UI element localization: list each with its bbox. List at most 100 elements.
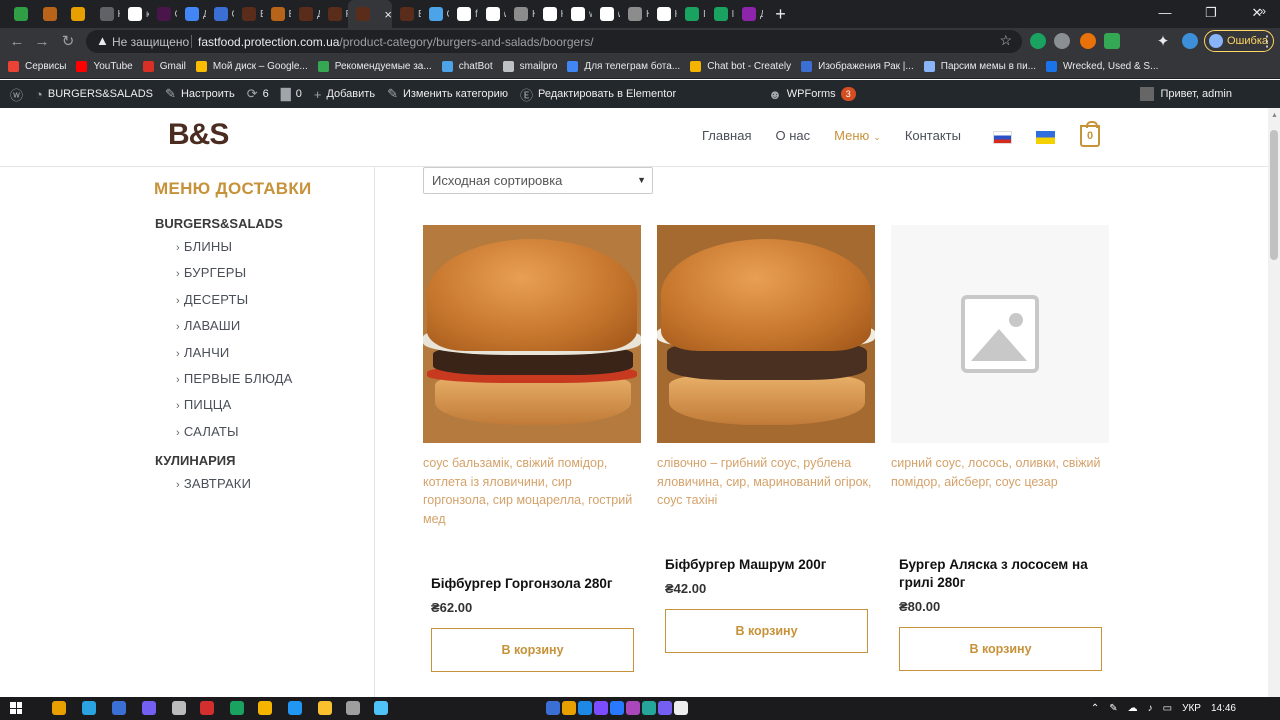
browser-tab[interactable]: BU: [234, 0, 263, 28]
sidebar-category-burgers[interactable]: BURGERS&SALADS: [155, 216, 283, 231]
sidebar-item[interactable]: › ПЕРВЫЕ БЛЮДА: [176, 371, 293, 386]
add-new-link[interactable]: + Добавить: [308, 80, 381, 108]
app-icon[interactable]: [200, 701, 214, 715]
browser-tab[interactable]: Дл: [177, 0, 206, 28]
browser-tab[interactable]: BU: [392, 0, 421, 28]
page-scrollbar[interactable]: ▲: [1268, 108, 1280, 697]
app-icon[interactable]: [346, 701, 360, 715]
sort-select[interactable]: Исходная сортировка ▼: [423, 167, 653, 194]
flag-ua-icon[interactable]: [1036, 131, 1055, 144]
app-icon[interactable]: [546, 701, 560, 715]
product-image-placeholder[interactable]: [891, 225, 1109, 443]
kebab-menu-icon[interactable]: ⋮: [1256, 31, 1278, 53]
browser-tab[interactable]: На: [92, 0, 120, 28]
language-indicator[interactable]: УКР: [1182, 703, 1201, 714]
browser-tab[interactable]: Ка: [506, 0, 535, 28]
browser-tab[interactable]: До: [291, 0, 320, 28]
updates-link[interactable]: ⟳ 6: [241, 80, 275, 108]
volume-icon[interactable]: ♪: [1148, 703, 1153, 714]
bookmark-star-icon[interactable]: ☆: [999, 32, 1012, 49]
extension-icon[interactable]: [1054, 33, 1070, 49]
add-to-cart-button[interactable]: В корзину: [665, 609, 868, 653]
sidebar-item[interactable]: › ПИЦЦА: [176, 397, 231, 412]
windows-start-icon[interactable]: [10, 702, 22, 714]
bookmarks-more-button[interactable]: »: [1259, 4, 1266, 18]
reload-icon[interactable]: ↻: [57, 31, 79, 53]
browser-tab[interactable]: От: [206, 0, 234, 28]
bookmark-item[interactable]: Парсим мемы в пи...: [923, 61, 1036, 72]
url-text[interactable]: fastfood.protection.com.ua/product-categ…: [198, 35, 594, 49]
battery-icon[interactable]: ▭: [1163, 703, 1172, 714]
app-icon[interactable]: [374, 701, 388, 715]
browser-tab[interactable]: wc: [563, 0, 592, 28]
clock[interactable]: 14:46: [1211, 703, 1236, 714]
customize-link[interactable]: ✎ Настроить: [159, 80, 241, 108]
vscode-icon[interactable]: [594, 701, 608, 715]
forward-arrow-icon[interactable]: →: [31, 31, 53, 53]
nav-home[interactable]: Главная: [702, 128, 751, 143]
folder-icon[interactable]: [318, 701, 332, 715]
sidebar-item[interactable]: › САЛАТЫ: [176, 424, 239, 439]
profile-icon[interactable]: [1182, 33, 1198, 49]
pen-icon[interactable]: ✎: [1109, 703, 1117, 714]
sidebar-item[interactable]: › ЗАВТРАКИ: [176, 476, 251, 491]
product-title[interactable]: Бургер Аляска з лососем на грилі 280г: [899, 556, 1109, 591]
browser-tab[interactable]: Ch: [149, 0, 177, 28]
puzzle-icon[interactable]: ✦: [1152, 31, 1174, 53]
close-tab-icon[interactable]: ×: [384, 7, 392, 22]
app-icon[interactable]: [674, 701, 688, 715]
close-window-button[interactable]: ✕: [1234, 0, 1280, 28]
scrollbar-thumb[interactable]: [1270, 130, 1278, 260]
product-title[interactable]: Біфбургер Горгонзола 280г: [431, 575, 641, 593]
sidebar-item[interactable]: › БУРГЕРЫ: [176, 265, 246, 280]
sidebar-item[interactable]: › ЛАНЧИ: [176, 345, 229, 360]
browser-tab[interactable]: Ка: [535, 0, 563, 28]
app-icon[interactable]: [610, 701, 624, 715]
back-arrow-icon[interactable]: ←: [6, 31, 28, 53]
browser-tab[interactable]: Im: [677, 0, 706, 28]
bookmark-item[interactable]: Мой диск – Google...: [195, 61, 308, 72]
browser-tab[interactable]: Бу: [263, 0, 291, 28]
sidebar-category-kulinaria[interactable]: КУЛИНАРИЯ: [155, 453, 235, 468]
bookmark-item[interactable]: Wrecked, Used & S...: [1046, 61, 1158, 72]
bookmark-item[interactable]: chatBot: [441, 61, 493, 72]
scroll-up-icon[interactable]: ▲: [1271, 112, 1278, 119]
chrome-icon[interactable]: [562, 701, 576, 715]
browser-tab[interactable]: [35, 0, 64, 28]
product-image[interactable]: [423, 225, 641, 443]
browser-tab[interactable]: ка: [120, 0, 149, 28]
bookmark-item[interactable]: Для телеграм бота...: [567, 61, 680, 72]
wpforms-link[interactable]: ☻ WPForms 3: [762, 80, 862, 108]
extension-icon[interactable]: [1080, 33, 1096, 49]
app-icon[interactable]: [112, 701, 126, 715]
browser-tab[interactable]: До: [734, 0, 763, 28]
app-icon[interactable]: [578, 701, 592, 715]
network-icon[interactable]: ☁: [1128, 703, 1138, 714]
app-icon[interactable]: [172, 701, 186, 715]
address-bar[interactable]: ▲ Не защищено fastfood.protection.com.ua…: [86, 30, 1022, 53]
nav-menu[interactable]: Меню ⌄: [834, 128, 881, 143]
app-icon[interactable]: [230, 701, 244, 715]
app-icon[interactable]: [626, 701, 640, 715]
telegram-icon[interactable]: [82, 701, 96, 715]
edit-elementor-link[interactable]: Ⓔ Редактировать в Elementor: [514, 80, 682, 108]
warning-icon[interactable]: ▲: [96, 33, 109, 48]
nav-contacts[interactable]: Контакты: [905, 128, 961, 143]
product-image[interactable]: [657, 225, 875, 443]
new-tab-button[interactable]: +: [767, 0, 795, 28]
insecure-label[interactable]: Не защищено: [112, 35, 189, 49]
app-icon[interactable]: [288, 701, 302, 715]
viber-icon[interactable]: [142, 701, 156, 715]
restore-button[interactable]: ❐: [1188, 0, 1234, 28]
admin-site-name[interactable]: ◔ BURGERS&SALADS: [29, 80, 159, 108]
bookmark-item[interactable]: Изображения Рак |...: [801, 61, 914, 72]
browser-tab[interactable]: wc: [478, 0, 506, 28]
chrome-icon[interactable]: [52, 701, 66, 715]
edit-category-link[interactable]: ✎ Изменить категорию: [381, 80, 514, 108]
sidebar-item[interactable]: › БЛИНЫ: [176, 239, 232, 254]
product-title[interactable]: Біфбургер Машрум 200г: [665, 556, 875, 574]
minimize-button[interactable]: —: [1142, 0, 1188, 28]
sidebar-item[interactable]: › ЛАВАШИ: [176, 318, 240, 333]
browser-tab[interactable]: fle: [449, 0, 478, 28]
site-logo[interactable]: B&S: [168, 118, 229, 152]
